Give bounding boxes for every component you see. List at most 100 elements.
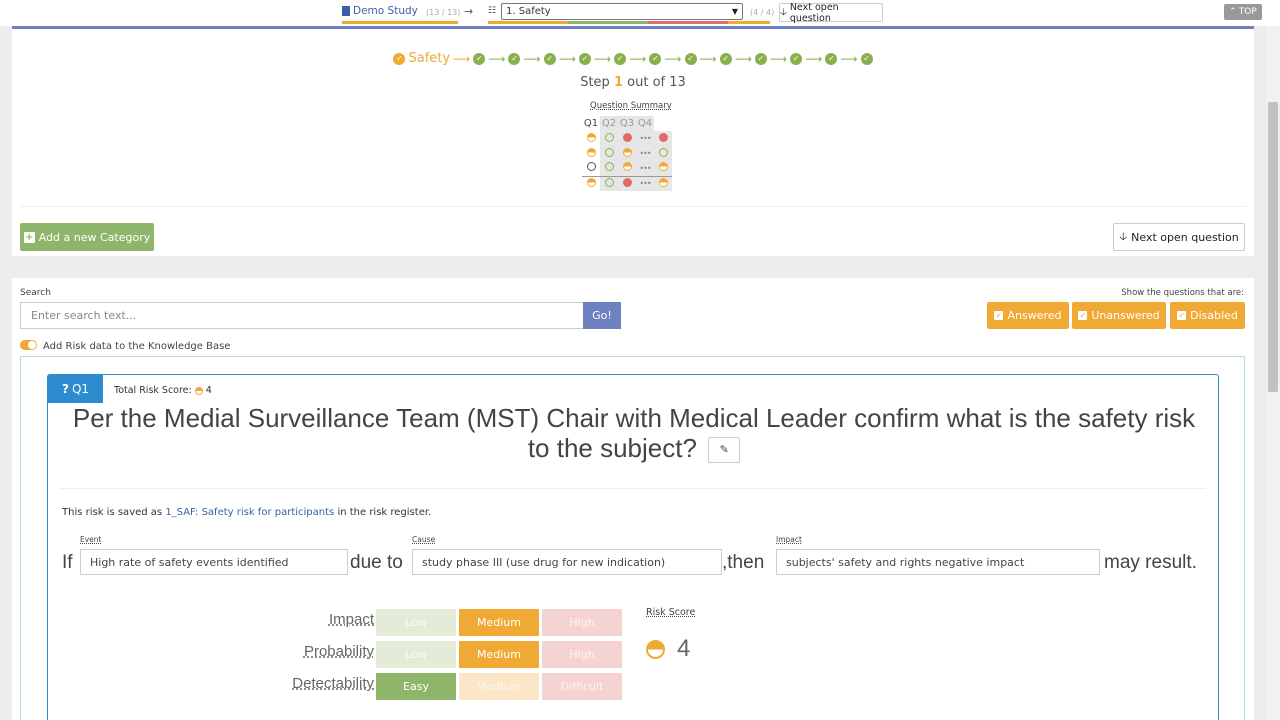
cause-field[interactable]: study phase III (use drug for new indica… xyxy=(412,549,722,575)
summary-row: ••• xyxy=(582,176,672,191)
arrow-right-icon: ⟶ xyxy=(629,51,647,66)
risk-statement-row: If Event High rate of safety events iden… xyxy=(62,535,1212,579)
check-circle-icon[interactable]: ✓ xyxy=(860,52,873,65)
question-card: ? Q1 Total Risk Score: 4 Per the Medial … xyxy=(47,374,1219,720)
check-circle-icon[interactable]: ✓ xyxy=(473,52,486,65)
summary-cell[interactable] xyxy=(600,146,618,161)
summary-cell[interactable] xyxy=(600,176,618,191)
impact-label: Impact xyxy=(776,535,802,544)
detectability-easy-button[interactable]: Easy xyxy=(376,673,456,700)
status-dot-icon xyxy=(622,147,632,157)
filter-answered-button[interactable]: ✓ Answered xyxy=(987,302,1069,329)
study-progress-underline xyxy=(342,21,458,24)
impact-medium-button[interactable]: Medium xyxy=(459,609,539,636)
status-dot-icon xyxy=(586,162,596,172)
next-open-question-button[interactable]: 🡣 Next open question xyxy=(1113,223,1245,251)
page-scrollbar[interactable] xyxy=(1266,26,1280,720)
summary-cell[interactable] xyxy=(654,131,672,146)
check-circle-icon[interactable]: ✓ xyxy=(825,52,838,65)
top-navigation-bar: Demo Study (13 / 13) → ☷ 1. Safety ▼ (4 … xyxy=(0,0,1280,26)
filter-unanswered-button[interactable]: ✓ Unanswered xyxy=(1072,302,1166,329)
summary-header[interactable]: Q1 xyxy=(582,116,600,131)
study-link[interactable]: Demo Study xyxy=(342,5,418,17)
scroll-top-button[interactable]: ⌃ TOP xyxy=(1224,4,1262,20)
arrow-right-icon: ⟶ xyxy=(699,51,717,66)
status-dot-icon xyxy=(586,147,596,157)
summary-cell[interactable] xyxy=(582,131,600,146)
summary-cell[interactable] xyxy=(618,176,636,191)
arrow-right-icon: ⟶ xyxy=(769,51,788,66)
add-category-button[interactable]: + Add a new Category xyxy=(20,223,154,251)
category-select[interactable]: 1. Safety ▼ xyxy=(501,3,743,20)
ellipsis-icon: ••• xyxy=(639,134,651,143)
summary-cell[interactable] xyxy=(618,146,636,161)
summary-cell[interactable] xyxy=(582,161,600,176)
ellipsis-icon: ••• xyxy=(639,149,651,158)
summary-cell[interactable] xyxy=(600,131,618,146)
filter-disabled-button[interactable]: ✓ Disabled xyxy=(1170,302,1245,329)
divider xyxy=(20,206,1246,207)
search-go-button[interactable]: Go! xyxy=(583,302,621,329)
summary-cell[interactable] xyxy=(582,176,600,191)
check-circle-icon[interactable]: ✓ xyxy=(754,52,767,65)
arrow-right-icon: ⟶ xyxy=(558,51,576,66)
edit-icon: ✎ xyxy=(719,444,729,457)
event-field[interactable]: High rate of safety events identified xyxy=(80,549,348,575)
probability-rating-label: Probability xyxy=(303,643,374,660)
detectability-medium-button[interactable]: Medium xyxy=(459,673,539,700)
knowledge-base-toggle[interactable] xyxy=(20,340,37,350)
study-label: Demo Study xyxy=(353,5,418,17)
check-circle-icon[interactable]: ✓ xyxy=(578,52,591,65)
step-icons: ✓ ⟶ ✓ ⟶ ✓ ⟶ ✓ ⟶ ✓ ⟶ ✓ ⟶ ✓ ⟶ ✓ ⟶ ✓ ⟶ ✓ ⟶ ✓ ⟶ ✓ xyxy=(473,51,873,66)
probability-medium-button[interactable]: Medium xyxy=(459,641,539,668)
status-dot-icon xyxy=(622,177,632,187)
summary-cell[interactable] xyxy=(654,176,672,191)
scrollbar-thumb[interactable] xyxy=(1268,102,1278,392)
check-circle-icon[interactable]: ✓ xyxy=(684,52,697,65)
search-input[interactable]: Enter search text... xyxy=(20,302,584,329)
impact-field[interactable]: subjects' safety and rights negative imp… xyxy=(776,549,1100,575)
if-word: If xyxy=(62,552,73,573)
check-circle-icon[interactable]: ✓ xyxy=(790,52,803,65)
summary-header[interactable]: Q2 xyxy=(600,116,618,131)
check-circle-icon[interactable]: ✓ xyxy=(719,52,732,65)
question-tag[interactable]: ? Q1 xyxy=(48,375,103,403)
edit-question-button[interactable]: ✎ xyxy=(708,437,741,464)
summary-cell[interactable]: ••• xyxy=(636,161,654,176)
summary-cell[interactable] xyxy=(600,161,618,176)
next-open-question-top-button[interactable]: 🡣 Next open question xyxy=(779,2,883,24)
category-count: (4 / 4) xyxy=(750,8,775,17)
check-circle-icon[interactable]: ✓ xyxy=(614,52,627,65)
knowledge-base-toggle-label: Add Risk data to the Knowledge Base xyxy=(43,341,231,352)
summary-row: ••• xyxy=(582,161,672,176)
summary-cell[interactable]: ••• xyxy=(636,176,654,191)
summary-cell[interactable] xyxy=(618,161,636,176)
check-circle-icon[interactable]: ✓ xyxy=(649,52,662,65)
risk-score-label: Risk Score xyxy=(646,607,696,618)
status-dot-icon xyxy=(658,147,668,157)
checkbox-checked-icon: ✓ xyxy=(994,311,1004,320)
status-dot-icon xyxy=(604,162,614,172)
probability-low-button[interactable]: Low xyxy=(376,641,456,668)
impact-low-button[interactable]: Low xyxy=(376,609,456,636)
check-circle-icon[interactable]: ✓ xyxy=(508,52,521,65)
summary-cell[interactable]: ••• xyxy=(636,146,654,161)
summary-cell[interactable] xyxy=(618,131,636,146)
summary-header[interactable]: Q4 xyxy=(636,116,654,131)
summary-cell[interactable] xyxy=(654,161,672,176)
risk-register-link[interactable]: 1_SAF: Safety risk for participants xyxy=(165,507,334,518)
probability-high-button[interactable]: High xyxy=(542,641,622,668)
impact-high-button[interactable]: High xyxy=(542,609,622,636)
category-bar-segment xyxy=(728,21,770,24)
total-risk-score: Total Risk Score: 4 xyxy=(114,385,212,396)
summary-cell[interactable]: ••• xyxy=(636,131,654,146)
category-bar-segment xyxy=(488,21,568,24)
detectability-difficult-button[interactable]: Difficult xyxy=(542,673,622,700)
summary-cell[interactable] xyxy=(654,146,672,161)
summary-cell[interactable] xyxy=(582,146,600,161)
current-step-label: Safety xyxy=(408,51,451,66)
search-label: Search xyxy=(20,288,51,298)
check-circle-icon[interactable]: ✓ xyxy=(543,52,556,65)
summary-header[interactable]: Q3 xyxy=(618,116,636,131)
book-icon xyxy=(342,6,350,16)
